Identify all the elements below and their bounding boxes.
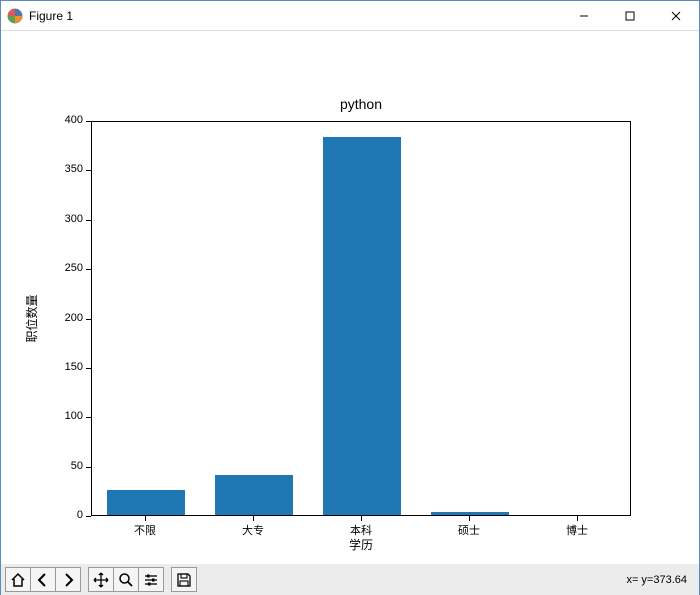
y-tick-label: 250 [43, 262, 83, 274]
x-tick-label: 本科 [311, 522, 411, 538]
title-bar: Figure 1 [1, 1, 699, 31]
y-tick-mark [86, 417, 91, 418]
forward-button[interactable] [55, 567, 81, 592]
y-tick-mark [86, 319, 91, 320]
configure-button[interactable] [138, 567, 164, 592]
y-tick-label: 100 [43, 410, 83, 422]
y-tick-label: 200 [43, 312, 83, 324]
minimize-button[interactable] [561, 1, 607, 30]
y-tick-mark [86, 368, 91, 369]
x-tick-label: 大专 [203, 522, 303, 538]
y-tick-mark [86, 121, 91, 122]
app-icon [7, 8, 23, 24]
x-tick-mark [577, 516, 578, 521]
y-tick-mark [86, 220, 91, 221]
y-tick-label: 0 [43, 509, 83, 521]
y-tick-label: 300 [43, 213, 83, 225]
plot-area [91, 121, 631, 516]
chart-title: python [91, 96, 631, 112]
y-tick-label: 50 [43, 460, 83, 472]
y-tick-label: 400 [43, 114, 83, 126]
maximize-button[interactable] [607, 1, 653, 30]
y-tick-mark [86, 467, 91, 468]
x-tick-mark [361, 516, 362, 521]
cursor-coordinates: x= y=373.64 [626, 574, 695, 586]
x-tick-mark [145, 516, 146, 521]
y-axis-label: 职位数量 [23, 121, 40, 516]
y-tick-label: 350 [43, 163, 83, 175]
y-tick-mark [86, 269, 91, 270]
navigation-toolbar: x= y=373.64 [1, 564, 699, 595]
bar [107, 490, 185, 515]
x-tick-label: 硕士 [419, 522, 519, 538]
x-tick-label: 博士 [527, 522, 627, 538]
home-button[interactable] [5, 567, 31, 592]
pan-button[interactable] [88, 567, 114, 592]
x-tick-label: 不限 [95, 522, 195, 538]
y-tick-mark [86, 516, 91, 517]
x-tick-mark [469, 516, 470, 521]
figure-canvas[interactable]: python 职位数量 学历 050100150200250300350400 … [1, 31, 699, 564]
bar [215, 475, 293, 515]
x-axis-label: 学历 [91, 536, 631, 553]
bar [323, 137, 401, 515]
back-button[interactable] [30, 567, 56, 592]
bar [431, 512, 509, 515]
close-button[interactable] [653, 1, 699, 30]
window-controls [561, 1, 699, 30]
y-tick-mark [86, 170, 91, 171]
save-button[interactable] [171, 567, 197, 592]
x-tick-mark [253, 516, 254, 521]
zoom-button[interactable] [113, 567, 139, 592]
window-title: Figure 1 [29, 9, 561, 23]
y-tick-label: 150 [43, 361, 83, 373]
